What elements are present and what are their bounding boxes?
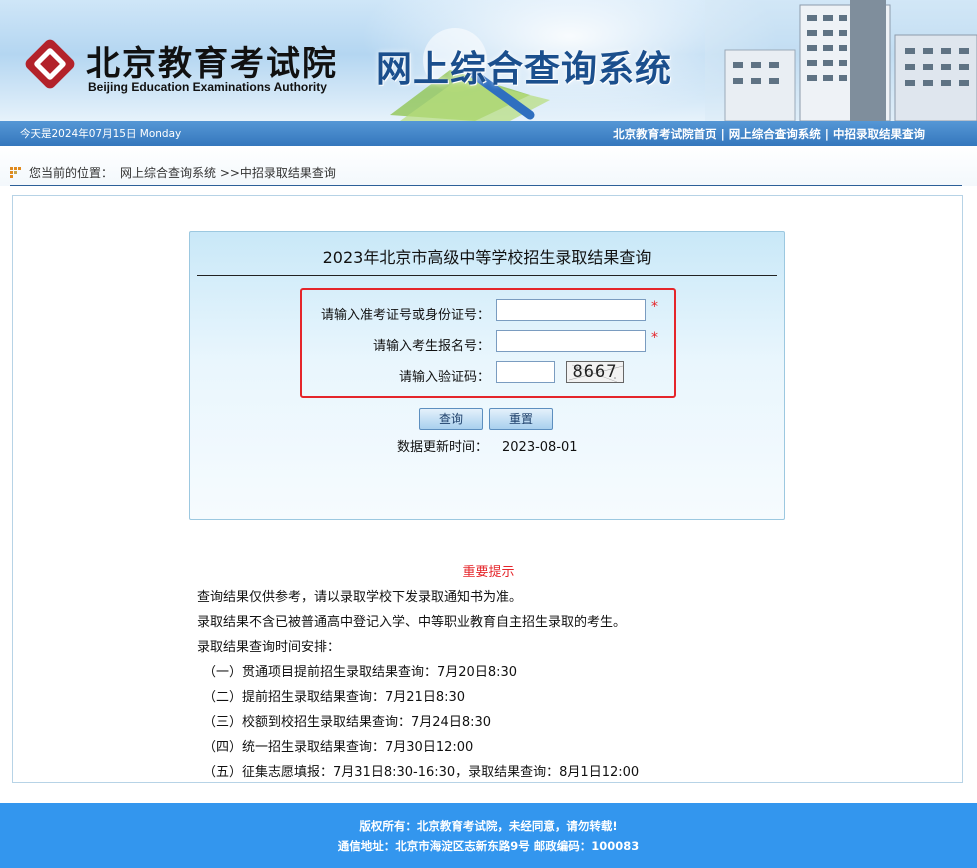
- reset-button[interactable]: 重置: [489, 408, 553, 430]
- footer-address: 通信地址：北京市海淀区志新东路9号 邮政编码：100083: [337, 839, 640, 853]
- logo-chinese-name: 北京教育考试院: [86, 44, 338, 84]
- required-mark: *: [651, 299, 658, 315]
- schedule-item: （二）提前招生录取结果查询：7月21日8:30: [203, 690, 466, 705]
- breadcrumb-label: 您当前的位置：: [29, 166, 114, 180]
- required-mark: *: [651, 330, 658, 346]
- update-time-value: 2023-08-01: [502, 440, 578, 455]
- building-graphic: [705, 0, 977, 121]
- schedule-item: （五）征集志愿填报：7月31日8:30-16:30，录取结果查询：8月1日12:…: [203, 765, 640, 780]
- breadcrumb-divider: [10, 185, 962, 186]
- registration-no-label: 请输入考生报名号：: [372, 339, 490, 354]
- schedule-item: （一）贯通项目提前招生录取结果查询：7月20日8:30: [203, 665, 518, 680]
- nav-link-home[interactable]: 北京教育考试院首页: [613, 127, 717, 141]
- notice-line: 录取结果查询时间安排：: [197, 640, 341, 655]
- update-time-label: 数据更新时间：: [397, 440, 489, 455]
- nav-link-query-system[interactable]: 网上综合查询系统: [729, 127, 821, 141]
- location-dots-icon: [10, 167, 21, 178]
- captcha-text: 8667: [572, 362, 618, 382]
- notice-line: 查询结果仅供参考，请以录取学校下发录取通知书为准。: [197, 590, 523, 605]
- schedule-item: （四）统一招生录取结果查询：7月30日12:00: [203, 740, 474, 755]
- data-update-time: 数据更新时间： 2023-08-01: [397, 436, 578, 455]
- logo-english-name: Beijing Education Examinations Authority: [88, 80, 327, 94]
- registration-no-input[interactable]: [496, 330, 646, 352]
- captcha-label: 请输入验证码：: [398, 370, 490, 385]
- query-button[interactable]: 查询: [419, 408, 483, 430]
- nav-separator: |: [720, 127, 725, 141]
- breadcrumb: 您当前的位置： 网上综合查询系统 >>中招录取结果查询: [0, 146, 977, 186]
- panel-divider: [197, 275, 777, 276]
- header-banner: 北京教育考试院 Beijing Education Examinations A…: [0, 0, 977, 121]
- schedule-item: （三）校额到校招生录取结果查询：7月24日8:30: [203, 715, 492, 730]
- nav-link-admission-result[interactable]: 中招录取结果查询: [833, 127, 925, 141]
- breadcrumb-path: 网上综合查询系统 >>中招录取结果查询: [120, 166, 336, 180]
- captcha-row: 请输入验证码：: [180, 360, 490, 386]
- nav-separator: |: [824, 127, 829, 141]
- query-panel-title: 2023年北京市高级中等学校招生录取结果查询: [322, 248, 652, 267]
- system-title: 网上综合查询系统: [376, 49, 673, 90]
- top-nav-links: 北京教育考试院首页 | 网上综合查询系统 | 中招录取结果查询: [613, 126, 925, 142]
- registration-no-row: 请输入考生报名号：: [180, 329, 490, 355]
- logo-emblem-icon: [25, 39, 75, 89]
- captcha-input[interactable]: [496, 361, 555, 383]
- top-nav-bar: 今天是2024年07月15日 Monday 北京教育考试院首页 | 网上综合查询系统…: [0, 121, 977, 146]
- notice-title: 重要提示: [462, 565, 515, 580]
- exam-id-input[interactable]: [496, 299, 646, 321]
- exam-id-row: 请输入准考证号或身份证号：: [180, 298, 490, 324]
- notice-line: 录取结果不含已被普通高中登记入学、中等职业教育自主招生录取的考生。: [197, 615, 627, 630]
- footer-copyright: 版权所有：北京教育考试院，未经同意，请勿转载!: [359, 819, 618, 833]
- captcha-image[interactable]: 8667: [566, 361, 624, 383]
- page-footer: 版权所有：北京教育考试院，未经同意，请勿转载! 通信地址：北京市海淀区志新东路9…: [0, 803, 977, 868]
- current-date: 今天是2024年07月15日 Monday: [20, 128, 182, 140]
- exam-id-label: 请输入准考证号或身份证号：: [320, 308, 490, 323]
